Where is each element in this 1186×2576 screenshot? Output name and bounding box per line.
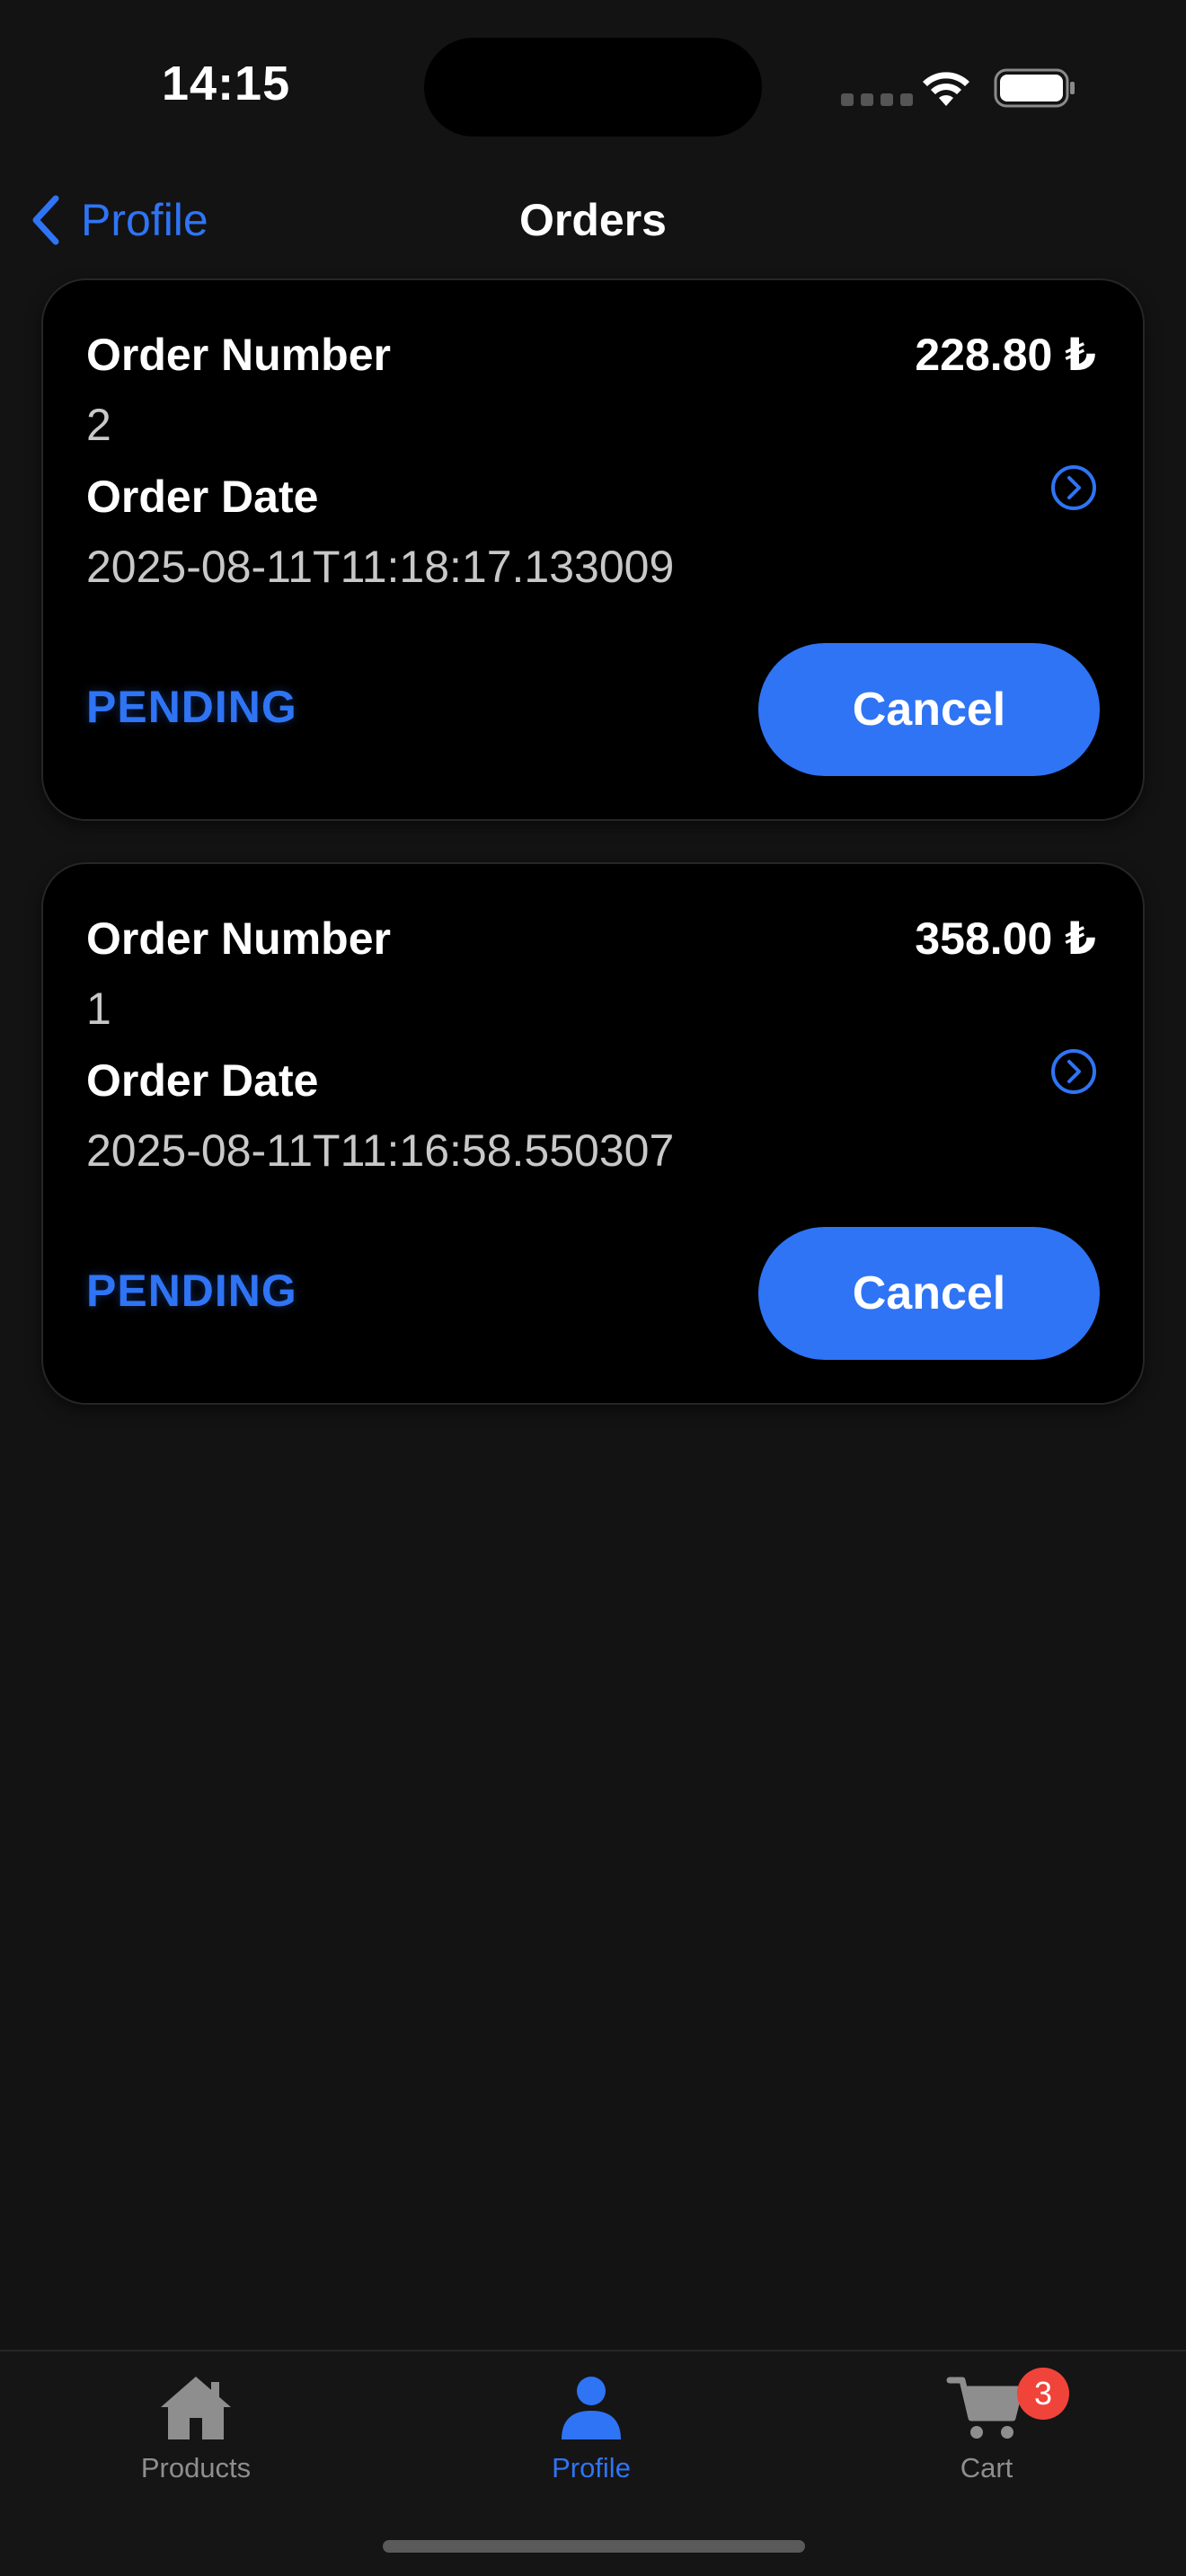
order-total: 358.00 ₺ — [915, 913, 1096, 964]
order-number-value: 2 — [86, 400, 111, 450]
order-date-value: 2025-08-11T11:18:17.133009 — [86, 542, 675, 592]
cancel-order-button[interactable]: Cancel — [758, 1227, 1100, 1360]
back-button-label: Profile — [81, 195, 208, 245]
chevron-right-circle-icon[interactable] — [1049, 1047, 1098, 1096]
order-number-label: Order Number — [86, 330, 391, 380]
order-status: PENDING — [86, 1266, 297, 1316]
tab-label: Profile — [552, 2452, 631, 2483]
orders-list: Order Number 2 Order Date 2025-08-11T11:… — [43, 280, 1143, 1448]
tab-cart[interactable]: Cart 3 — [852, 2368, 1121, 2506]
cart-icon — [946, 2377, 1023, 2439]
back-button[interactable]: Profile — [29, 180, 208, 260]
order-date-value: 2025-08-11T11:16:58.550307 — [86, 1125, 675, 1176]
cancel-order-button[interactable]: Cancel — [758, 643, 1100, 776]
person-icon — [562, 2377, 621, 2439]
order-card: Order Number 1 Order Date 2025-08-11T11:… — [43, 864, 1143, 1403]
house-icon — [161, 2377, 231, 2439]
wifi-icon — [923, 72, 969, 106]
status-time: 14:15 — [162, 57, 291, 110]
tab-label: Cart — [960, 2452, 1013, 2483]
battery-icon — [994, 68, 1075, 108]
order-date-label: Order Date — [86, 472, 319, 522]
order-number-label: Order Number — [86, 913, 391, 964]
order-date-label: Order Date — [86, 1055, 319, 1106]
tab-label: Products — [140, 2452, 252, 2483]
home-indicator[interactable] — [383, 2540, 805, 2553]
order-status: PENDING — [86, 682, 297, 732]
order-total: 228.80 ₺ — [915, 330, 1096, 380]
tab-products[interactable]: Products — [61, 2371, 331, 2506]
cart-count-badge: 3 — [1017, 2368, 1069, 2420]
chevron-left-icon — [32, 195, 59, 245]
chevron-right-circle-icon[interactable] — [1049, 463, 1098, 512]
cellular-signal-icon — [841, 93, 913, 106]
orders-screen: 14:15 Orders Profile Order Number 2 Orde… — [0, 0, 1186, 2576]
order-card: Order Number 2 Order Date 2025-08-11T11:… — [43, 280, 1143, 819]
status-bar: 14:15 — [0, 0, 1186, 171]
order-number-value: 1 — [86, 984, 111, 1034]
dynamic-island — [424, 38, 762, 137]
tab-profile[interactable]: Profile — [456, 2371, 726, 2506]
navigation-bar: Orders Profile — [0, 171, 1186, 287]
